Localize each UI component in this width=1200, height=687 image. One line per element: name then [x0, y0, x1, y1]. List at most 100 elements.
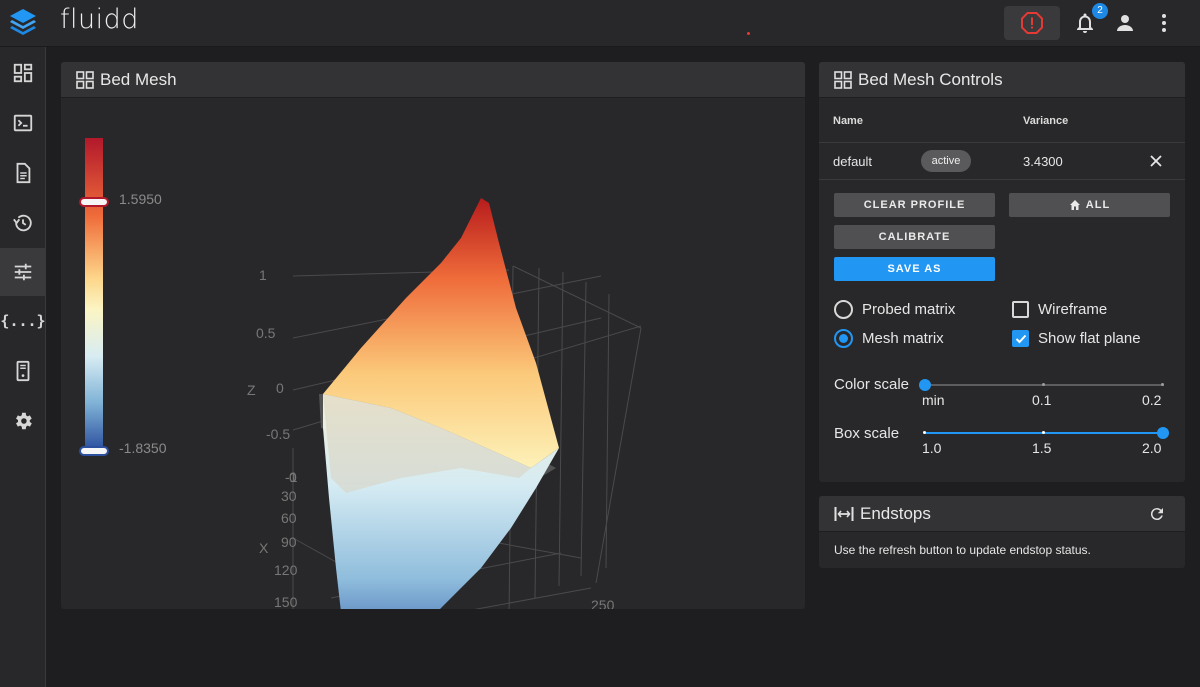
- probed-matrix-radio[interactable]: Probed matrix: [834, 300, 955, 319]
- home-icon: [1069, 200, 1080, 210]
- scale-max-handle[interactable]: [79, 197, 109, 207]
- bed-mesh-card: Bed Mesh 1.5950 -1.8350 1 0.5 0 -0.5 Z -…: [61, 62, 805, 609]
- fluidd-logo-icon[interactable]: [8, 7, 38, 39]
- x-tick: 60: [281, 510, 297, 526]
- wireframe-label: Wireframe: [1038, 301, 1108, 318]
- sidebar-item-settings[interactable]: [0, 397, 46, 445]
- sidebar-item-history[interactable]: [0, 199, 46, 247]
- slider-tick: [923, 431, 926, 434]
- color-scale-tick-label: 0.1: [1032, 392, 1052, 408]
- show-flat-plane-checkbox[interactable]: Show flat plane: [1012, 330, 1141, 347]
- status-badge: active: [921, 150, 971, 172]
- more-vertical-icon[interactable]: [1152, 11, 1176, 35]
- y-tick: 200: [539, 608, 563, 609]
- mesh-matrix-radio[interactable]: Mesh matrix: [834, 329, 944, 348]
- bed-mesh-3d-plot[interactable]: 1.5950 -1.8350 1 0.5 0 -0.5 Z -1 0 30 60…: [61, 98, 805, 609]
- column-header-name: Name: [833, 115, 863, 127]
- box-scale-tick-label: 2.0: [1142, 440, 1162, 456]
- save-as-button[interactable]: SAVE AS: [834, 257, 995, 281]
- color-scale-thumb[interactable]: [919, 379, 931, 391]
- notification-count-badge: 2: [1092, 3, 1108, 19]
- refresh-icon[interactable]: [1148, 505, 1166, 523]
- bed-mesh-header: Bed Mesh: [61, 62, 805, 98]
- z-axis-label: Z: [247, 382, 256, 398]
- braces-label: {...}: [0, 312, 46, 330]
- box-scale-tick-label: 1.5: [1032, 440, 1052, 456]
- box-scale-tick-label: 1.0: [922, 440, 942, 456]
- scale-min-handle[interactable]: [79, 446, 109, 456]
- sidebar-item-tune[interactable]: [0, 248, 46, 296]
- home-all-label: ALL: [1085, 199, 1111, 211]
- grid-icon: [834, 70, 852, 89]
- sidebar-item-system[interactable]: [0, 347, 46, 395]
- history-icon: [13, 214, 32, 232]
- app-bar: fluidd 2: [0, 0, 1200, 47]
- slider-tick: [1161, 383, 1164, 386]
- sidebar-nav: {...}: [0, 47, 46, 687]
- x-tick: 90: [281, 534, 297, 550]
- home-all-button[interactable]: ALL: [1009, 193, 1170, 217]
- z-tick: -0.5: [266, 426, 290, 442]
- color-scale-label: Color scale: [834, 376, 910, 393]
- show-flat-plane-label: Show flat plane: [1038, 330, 1141, 347]
- console-icon: [13, 114, 33, 132]
- endstops-header: Endstops: [819, 496, 1185, 532]
- endstops-title: Endstops: [860, 503, 931, 523]
- emergency-stop-icon: [1021, 12, 1043, 34]
- slider-tick: [1042, 431, 1045, 434]
- scale-min-label: -1.8350: [119, 440, 167, 456]
- color-scale-bar: [85, 138, 103, 450]
- sidebar-item-dashboard[interactable]: [0, 49, 46, 97]
- z-tick: 0.5: [256, 325, 276, 341]
- x-tick: 0: [289, 469, 297, 485]
- bed-mesh-title: Bed Mesh: [100, 69, 177, 89]
- status-dot: [747, 32, 750, 35]
- profile-table-header: Name Variance: [819, 98, 1185, 142]
- mesh-matrix-label: Mesh matrix: [862, 330, 944, 347]
- checkbox-unchecked-icon: [1012, 301, 1029, 318]
- slider-tick: [1042, 383, 1045, 386]
- tune-sliders-icon: [14, 263, 32, 281]
- z-tick: 1: [259, 267, 267, 283]
- calibrate-button[interactable]: CALIBRATE: [834, 225, 995, 249]
- y-tick: 250: [591, 597, 615, 609]
- close-icon[interactable]: [1150, 155, 1162, 167]
- sidebar-item-jobs[interactable]: [0, 149, 46, 197]
- bed-mesh-controls-header: Bed Mesh Controls: [819, 62, 1185, 98]
- radio-checked-icon: [834, 329, 853, 348]
- color-scale-tick-label: min: [922, 392, 945, 408]
- endstops-card: Endstops Use the refresh button to updat…: [819, 496, 1185, 568]
- device-icon: [16, 360, 30, 382]
- color-scale-tick-label: 0.2: [1142, 392, 1162, 408]
- user-account-icon[interactable]: [1113, 11, 1137, 35]
- checkbox-checked-icon: [1012, 330, 1029, 347]
- dashboard-icon: [13, 63, 33, 83]
- bed-mesh-controls-card: Bed Mesh Controls Name Variance default …: [819, 62, 1185, 482]
- box-scale-thumb[interactable]: [1157, 427, 1169, 439]
- x-tick: 150: [274, 594, 298, 609]
- profile-variance: 3.4300: [1023, 154, 1063, 169]
- endstops-message: Use the refresh button to update endstop…: [834, 543, 1091, 557]
- probed-matrix-label: Probed matrix: [862, 301, 956, 318]
- x-tick: 30: [281, 488, 297, 504]
- z-tick: 0: [276, 380, 284, 396]
- file-document-icon: [16, 162, 31, 184]
- sidebar-item-macros[interactable]: {...}: [0, 297, 46, 345]
- sidebar-item-console[interactable]: [0, 99, 46, 147]
- table-row[interactable]: default active 3.4300: [819, 142, 1185, 180]
- wireframe-checkbox[interactable]: Wireframe: [1012, 301, 1107, 318]
- column-header-variance: Variance: [1023, 115, 1069, 127]
- app-title: fluidd: [60, 4, 139, 35]
- emergency-stop-button[interactable]: [1004, 6, 1060, 40]
- bed-mesh-controls-title: Bed Mesh Controls: [858, 69, 1003, 89]
- clear-profile-button[interactable]: CLEAR PROFILE: [834, 193, 995, 217]
- profile-name: default: [833, 154, 873, 169]
- x-axis-label: X: [259, 540, 269, 556]
- x-tick: 120: [274, 562, 298, 578]
- grid-icon: [76, 70, 94, 89]
- gear-icon: [16, 412, 32, 430]
- radio-unchecked-icon: [834, 300, 853, 319]
- arrow-expand-horizontal-icon: [834, 505, 854, 523]
- scale-max-label: 1.5950: [119, 191, 162, 207]
- box-scale-label: Box scale: [834, 425, 900, 442]
